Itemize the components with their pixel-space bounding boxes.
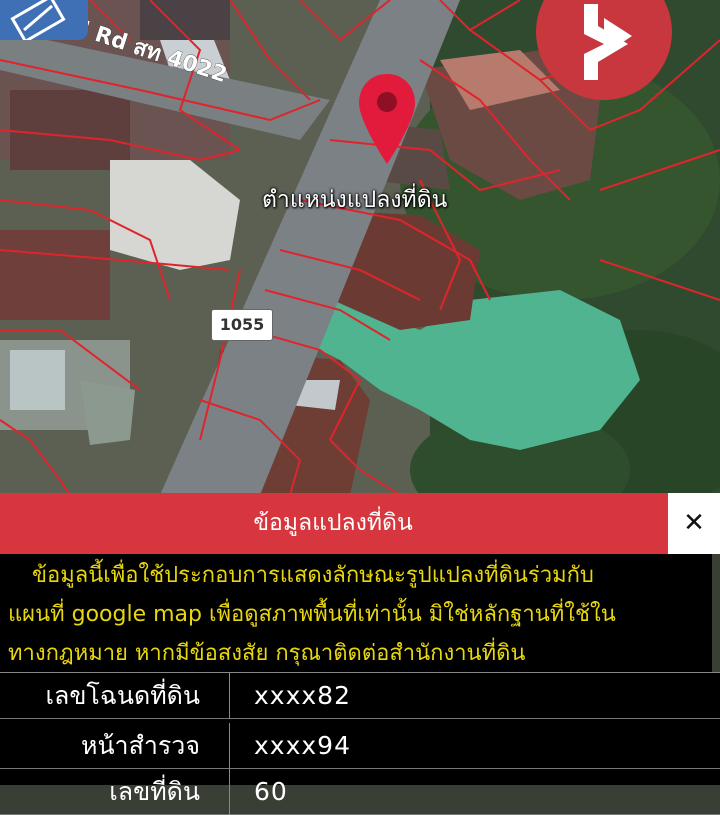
notice-line: ทางกฎหมาย หากมีข้อสงสัย กรุณาติดต่อสำนัก…	[8, 641, 526, 666]
edit-icon	[10, 0, 66, 44]
column-divider	[229, 723, 230, 769]
route-number-shield: 1055	[211, 309, 273, 341]
pin-label: ตำแหน่งแปลงที่ดิน	[262, 187, 448, 213]
edit-button[interactable]	[0, 0, 88, 44]
notice-line: แผนที่ google map เพื่อดูสภาพพื้นที่เท่า…	[8, 602, 616, 627]
table-row: เลขที่ดิน 60	[0, 769, 720, 815]
brand-logo-icon	[584, 4, 632, 80]
close-button[interactable]: ✕	[668, 493, 720, 554]
column-divider	[229, 769, 230, 815]
land-info-table: เลขโฉนดที่ดิน xxxx82 หน้าสำรวจ xxxx94 เล…	[0, 672, 720, 815]
row-value: xxxx94	[254, 731, 351, 760]
land-info-header: ข้อมูลแปลงที่ดิน ✕	[0, 493, 720, 554]
table-row: หน้าสำรวจ xxxx94	[0, 723, 720, 769]
location-pin-icon[interactable]	[356, 72, 418, 166]
notice-line: ข้อมูลนี้เพื่อใช้ประกอบการแสดงลักษณะรูปแ…	[32, 563, 594, 588]
panel-title: ข้อมูลแปลงที่ดิน	[253, 510, 413, 536]
row-value: 60	[254, 777, 288, 806]
table-row: เลขโฉนดที่ดิน xxxx82	[0, 673, 720, 719]
row-label: หน้าสำรวจ	[80, 731, 200, 760]
row-label: เลขที่ดิน	[109, 777, 200, 806]
row-value: xxxx82	[254, 681, 351, 710]
column-divider	[229, 673, 230, 719]
row-label: เลขโฉนดที่ดิน	[45, 681, 200, 710]
disclaimer-notice: ข้อมูลนี้เพื่อใช้ประกอบการแสดงลักษณะรูปแ…	[0, 554, 712, 672]
